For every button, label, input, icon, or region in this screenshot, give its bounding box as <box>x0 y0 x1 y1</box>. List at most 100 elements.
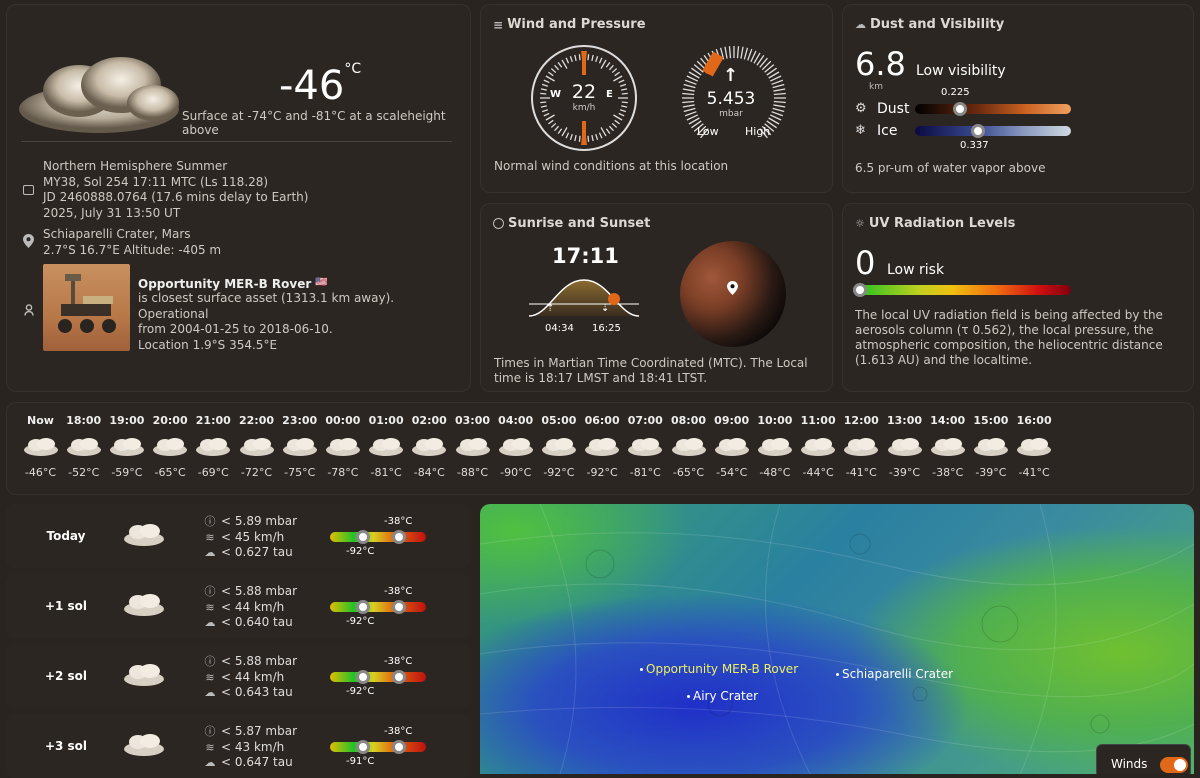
hour-temperature: -72°C <box>240 466 273 479</box>
wind-map[interactable]: Opportunity MER-B Rover Airy Crater Schi… <box>480 504 1194 774</box>
hour-label: 09:00 <box>714 414 750 427</box>
marker-schiaparelli[interactable]: Schiaparelli Crater <box>836 667 953 681</box>
cloud-icon <box>926 430 969 464</box>
cloud-icon <box>753 430 796 464</box>
forecast-dust: < 0.640 tau <box>221 615 293 629</box>
low-knob <box>356 670 370 684</box>
cloud-icon <box>365 430 408 464</box>
location-pin-icon <box>23 233 34 252</box>
hour-label: 06:00 <box>584 414 620 427</box>
sun-arc <box>529 279 639 317</box>
forecast-row[interactable]: +2 sol ⓘ < 5.88 mbar ≋ < 44 km/h ☁ < 0.643 tau… <box>6 644 471 708</box>
temperature-range-bar <box>330 740 426 754</box>
forecast-low: -92°C <box>346 616 375 627</box>
forecast-low: -92°C <box>346 546 375 557</box>
sol-line: MY38, Sol 254 17:11 MTC (Ls 118.28) <box>43 174 269 189</box>
current-conditions-card: -46 °C Surface at -74°C and -81°C at a s… <box>6 4 471 392</box>
hour-label: 02:00 <box>411 414 447 427</box>
forecast-row[interactable]: +1 sol ⓘ < 5.88 mbar ≋ < 44 km/h ☁ < 0.640 tau… <box>6 574 471 638</box>
season-line: Northern Hemisphere Summer <box>43 159 228 173</box>
hour-label: 11:00 <box>800 414 836 427</box>
temperature-unit: °C <box>344 61 362 77</box>
marker-airy-label: Airy Crater <box>693 689 759 703</box>
cloud-icon <box>624 430 667 464</box>
rover-name[interactable]: Opportunity MER-B Rover <box>138 277 311 291</box>
hour-label: 04:00 <box>498 414 534 427</box>
hourly-forecast: Now -46°C 18:00 -52°C 19:00 -59°C 20:00 -65°C 21… <box>6 402 1194 495</box>
uv-risk-label: Low risk <box>887 262 945 278</box>
cloud-icon <box>105 430 148 464</box>
person-icon <box>24 301 34 320</box>
forecast-pressure: < 5.88 mbar <box>221 584 297 598</box>
hour-temperature: -65°C <box>154 466 186 479</box>
low-knob <box>356 530 370 544</box>
forecast-day-label: +1 sol <box>44 599 88 613</box>
hour-label: 23:00 <box>282 414 318 427</box>
marker-opportunity[interactable]: Opportunity MER-B Rover <box>640 662 798 676</box>
wind-pressure-card: ≡ Wind and Pressure 22 km/h W E ↑ 5.453 … <box>480 4 833 193</box>
cloud-icon <box>62 430 105 464</box>
hour-label: 00:00 <box>325 414 361 427</box>
wind-title: Wind and Pressure <box>507 17 646 32</box>
cloud-icon <box>321 430 364 464</box>
hour-temperature: -65°C <box>672 466 705 479</box>
info-icon: ⓘ <box>204 515 216 528</box>
dust-knob <box>953 102 968 116</box>
hourly-item: 15:00 -39°C <box>969 414 1012 479</box>
forecast-dust: < 0.643 tau <box>221 685 293 699</box>
marker-airy-crater[interactable]: Airy Crater <box>687 689 758 703</box>
hour-label: 22:00 <box>238 414 274 427</box>
forecast-day-label: +3 sol <box>44 739 88 753</box>
cloud-icon <box>494 430 537 464</box>
hour-label: 20:00 <box>152 414 188 427</box>
hour-temperature: -44°C <box>802 466 834 479</box>
temperature-range-bar <box>330 530 426 544</box>
info-icon: ⓘ <box>204 585 216 598</box>
forecast-pressure: < 5.88 mbar <box>221 654 297 668</box>
hour-temperature: -84°C <box>413 466 445 479</box>
high-knob <box>392 600 406 614</box>
sunset-icon: ⇣ <box>601 303 610 314</box>
sunrise-sunset-card: Sunrise and Sunset 17:11 ⇡ ⇣ 04:34 16:25… <box>480 203 833 392</box>
rover-operational: from 2004-01-25 to 2018-06-10. <box>138 322 333 336</box>
marker-schiaparelli-label: Schiaparelli Crater <box>842 667 954 681</box>
hourly-item: 05:00 -92°C <box>537 414 580 479</box>
forecast-row[interactable]: Today ⓘ < 5.89 mbar ≋ < 45 km/h ☁ < 0.627 tau -… <box>6 504 471 568</box>
hour-temperature: -92°C <box>543 466 575 479</box>
hour-label: 19:00 <box>109 414 145 427</box>
cloud-icon <box>192 430 235 464</box>
high-knob <box>392 530 406 544</box>
wind-icon: ≡ <box>493 17 504 32</box>
cloud-icon <box>710 430 753 464</box>
cloud-icon <box>969 430 1012 464</box>
ice-bar <box>915 124 1071 138</box>
cloud-icon <box>667 430 710 464</box>
cloud-icon <box>451 430 494 464</box>
winds-toggle[interactable] <box>1160 757 1188 773</box>
sun-note: Times in Martian Time Coordinated (MTC).… <box>494 356 808 385</box>
cloud-icon <box>883 430 926 464</box>
hourly-item: 18:00 -52°C <box>62 414 105 479</box>
high-knob <box>392 670 406 684</box>
hour-temperature: -48°C <box>759 466 791 479</box>
hourly-item: 12:00 -41°C <box>840 414 883 479</box>
forecast-day-label: Today <box>46 529 86 543</box>
forecast-dust: < 0.627 tau <box>221 545 293 559</box>
hour-temperature: -38°C <box>932 466 964 479</box>
forecast-high: -38°C <box>384 516 413 527</box>
hour-temperature: -69°C <box>197 466 229 479</box>
hourly-item: 00:00 -78°C <box>321 414 364 479</box>
hour-label: 13:00 <box>886 414 922 427</box>
forecast-pressure: < 5.87 mbar <box>221 724 297 738</box>
forecast-pressure: < 5.89 mbar <box>221 514 297 528</box>
current-temperature: -46 <box>279 63 345 109</box>
hourly-item: 04:00 -90°C <box>494 414 537 479</box>
cloud-icon <box>19 430 62 464</box>
hour-label: 03:00 <box>454 414 490 427</box>
forecast-row[interactable]: +3 sol ⓘ < 5.87 mbar ≋ < 43 km/h ☁ < 0.647 tau… <box>6 714 471 778</box>
clock-icon <box>493 218 504 229</box>
dust-icon: ☁ <box>204 546 216 559</box>
forecast-high: -38°C <box>384 586 413 597</box>
temperature-range-bar <box>330 600 426 614</box>
forecast-dust: < 0.647 tau <box>221 755 293 769</box>
